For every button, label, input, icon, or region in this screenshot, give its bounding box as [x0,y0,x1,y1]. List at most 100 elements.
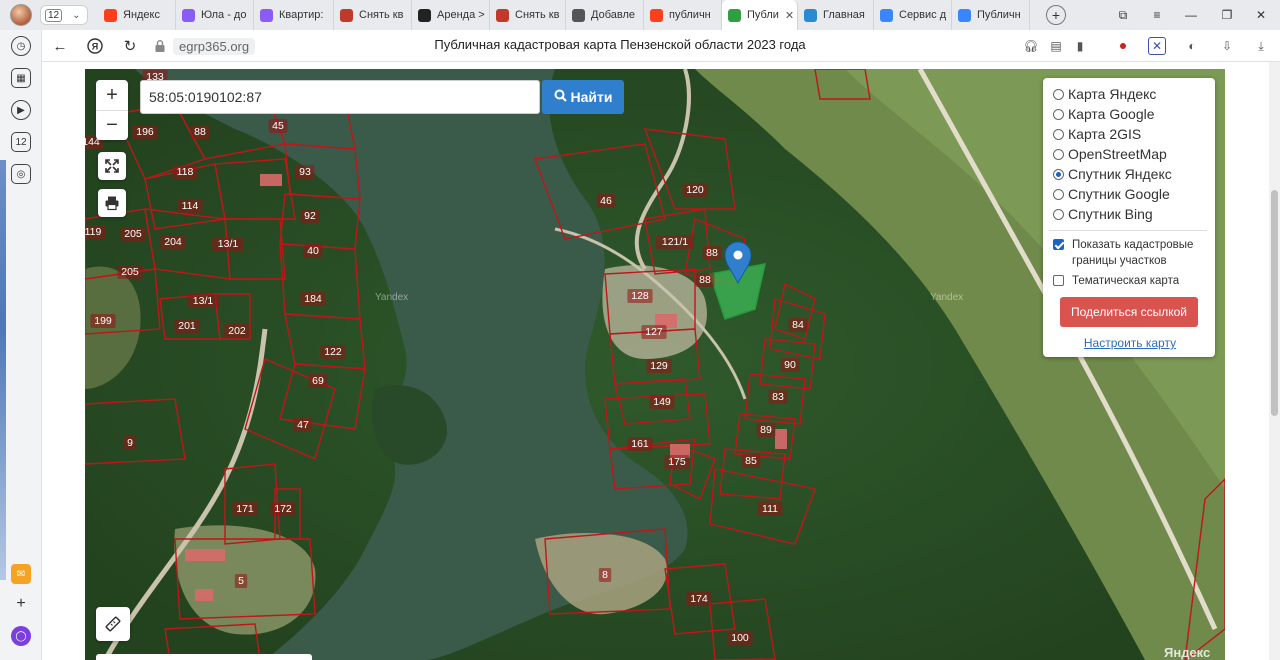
layer-radio[interactable] [1053,88,1064,100]
plot-label[interactable]: 92 [304,210,316,222]
tab-9[interactable]: Публи ✕ [722,0,798,30]
layer-option[interactable]: Карта 2GIS [1053,124,1207,144]
extension-x-icon[interactable]: ✕ [1148,37,1166,55]
calendar-icon[interactable]: 12 [11,132,31,152]
plot-label[interactable]: 171 [236,503,254,515]
plot-label[interactable]: 128 [631,290,649,302]
plot-label[interactable]: 5 [238,575,244,587]
page-scrollbar[interactable] [1269,62,1280,660]
tab-7[interactable]: Добавле [566,0,644,30]
plot-label[interactable]: 118 [177,166,194,178]
cadastral-search-input[interactable] [140,80,540,114]
tab-10[interactable]: Главная [798,0,874,30]
url-field[interactable]: egrp365.org [153,36,256,56]
plot-label[interactable]: 69 [312,375,324,387]
layer-radio[interactable] [1053,148,1064,160]
plot-label[interactable]: 9 [127,437,133,449]
zoom-in-button[interactable]: + [96,80,128,110]
download-arrow-icon[interactable]: ⤓ [1252,37,1270,55]
plot-label[interactable]: 129 [650,360,668,372]
ruler-button[interactable] [96,607,130,641]
fullscreen-button[interactable] [98,152,126,180]
plot-label[interactable]: 184 [304,293,322,305]
record-icon[interactable] [1114,37,1132,55]
new-tab-button[interactable]: + [1046,5,1066,25]
plot-label[interactable]: 100 [731,632,749,644]
plot-label[interactable]: 85 [745,455,757,467]
plot-label[interactable]: 205 [124,228,142,240]
plot-label[interactable]: 121/1 [662,236,688,248]
tab-6[interactable]: Снять кв [490,0,566,30]
layer-option[interactable]: Спутник Google [1053,184,1207,204]
thematic-map-option[interactable]: Тематическая карта [1053,273,1207,289]
plot-label[interactable]: 114 [182,200,199,212]
plot-label[interactable]: 47 [297,419,309,431]
plot-label[interactable]: 196 [136,126,154,138]
reader-icon[interactable]: ▤ [1047,37,1065,55]
plot-label[interactable]: 88 [699,274,711,286]
screenshot-icon[interactable]: ◎ [11,164,31,184]
tab-8[interactable]: публичн [644,0,722,30]
plot-label[interactable]: 204 [164,236,182,248]
plot-label[interactable]: 202 [228,325,246,337]
search-button[interactable]: Найти [542,80,624,114]
scrollbar-thumb[interactable] [1271,190,1278,416]
minimize-button[interactable]: — [1174,0,1208,30]
yandex-home-icon[interactable]: Я [85,36,105,56]
plot-label[interactable]: 88 [706,247,718,259]
alice-icon[interactable]: ◯ [11,626,31,646]
layer-option[interactable]: Спутник Bing [1053,204,1207,224]
share-link-button[interactable]: Поделиться ссылкой [1060,297,1198,327]
layer-radio[interactable] [1053,108,1064,120]
back-button[interactable]: ← [50,36,70,56]
layer-radio[interactable] [1053,128,1064,140]
plot-label[interactable]: 127 [645,326,663,338]
tab-11[interactable]: Сервис д [874,0,952,30]
print-button[interactable] [98,189,126,217]
reload-button[interactable]: ↻ [120,36,140,56]
plot-label[interactable]: 111 [762,503,778,515]
layer-radio[interactable] [1053,208,1064,220]
video-icon[interactable]: ▶ [11,100,31,120]
plot-label[interactable]: 120 [686,184,704,196]
tab-1[interactable]: Яндекс [98,0,176,30]
profile-avatar[interactable] [10,4,32,26]
plot-label[interactable]: 205 [121,266,139,278]
plot-label[interactable]: 13/1 [218,238,239,250]
layer-option[interactable]: OpenStreetMap [1053,144,1207,164]
plot-label[interactable]: 93 [299,166,311,178]
history-icon[interactable]: ◷ [11,36,31,56]
plot-label[interactable]: 174 [690,593,708,605]
thematic-map-checkbox[interactable] [1053,275,1064,286]
layer-radio[interactable] [1053,188,1064,200]
tab-5[interactable]: Аренда > [412,0,490,30]
extension-toggle-icon[interactable]: ◐ [1183,37,1201,55]
plot-label[interactable]: 172 [274,503,292,515]
mail-icon[interactable]: ✉ [11,564,31,584]
close-window-button[interactable]: ✕ [1244,0,1278,30]
collections-icon[interactable]: ⧉ [1106,0,1140,30]
layer-option[interactable]: Спутник Яндекс [1053,164,1207,184]
plot-label[interactable]: 46 [600,195,612,207]
layer-radio[interactable] [1053,168,1064,180]
downloads-icon[interactable]: ⇩ [1218,37,1236,55]
add-panel-icon[interactable]: + [11,594,31,614]
tab-count-button[interactable]: 12 ⌄ [40,5,88,25]
plot-label[interactable]: 40 [307,245,319,257]
layer-option[interactable]: Карта Яндекс [1053,84,1207,104]
layer-option[interactable]: Карта Google [1053,104,1207,124]
close-tab-icon[interactable]: ✕ [785,9,794,22]
plot-label[interactable]: 90 [784,359,796,371]
tab-2[interactable]: Юла - до [176,0,254,30]
menu-icon[interactable]: ≡ [1140,0,1174,30]
plot-label[interactable]: 13/1 [193,295,214,307]
plot-label[interactable]: 201 [178,320,196,332]
plot-label[interactable]: 199 [94,315,112,327]
collections-icon[interactable]: ▦ [11,68,31,88]
headphones-icon[interactable]: 🎧︎ [1022,37,1040,55]
zoom-out-button[interactable]: − [96,110,128,140]
plot-label[interactable]: 88 [194,126,206,138]
setup-map-link[interactable]: Настроить карту [1053,336,1207,350]
show-boundaries-checkbox[interactable] [1053,239,1064,250]
tab-4[interactable]: Снять кв [334,0,412,30]
